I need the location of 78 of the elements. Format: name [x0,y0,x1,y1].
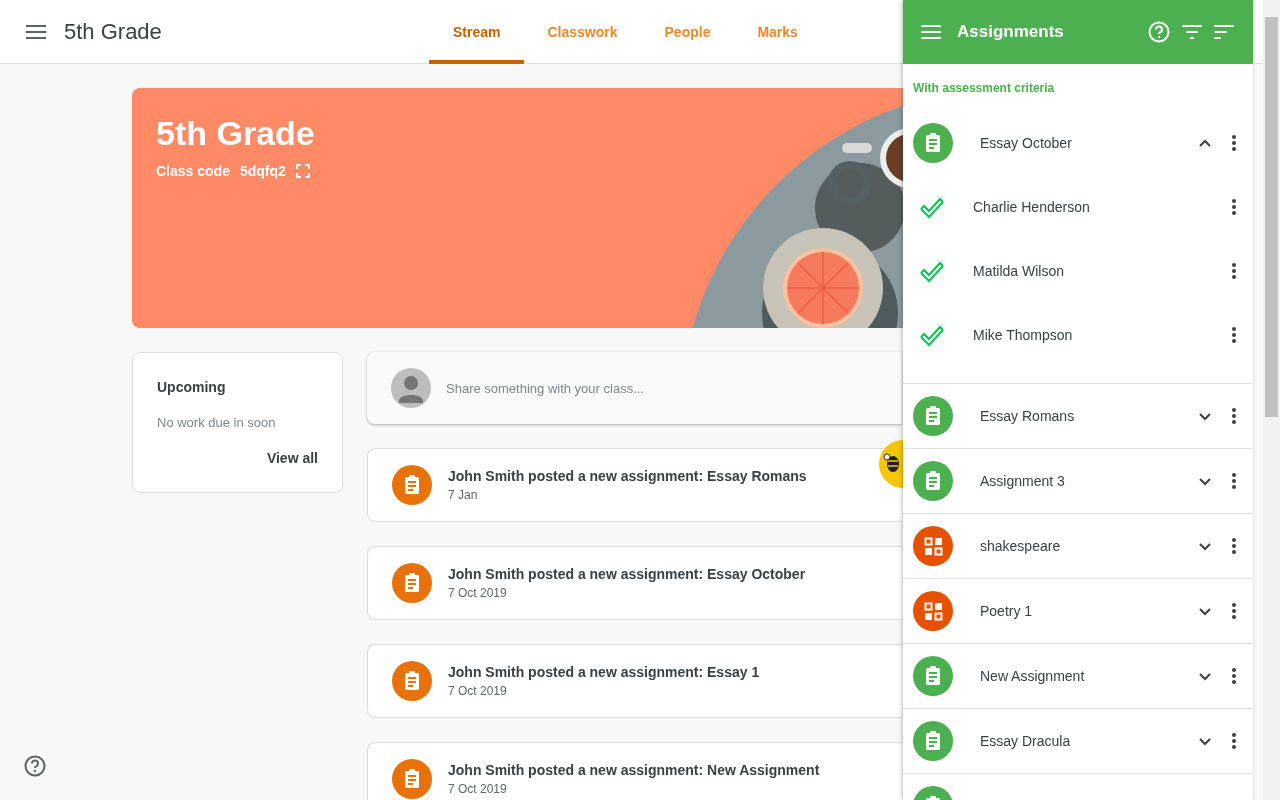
assignment-title: New Assignment [980,668,1086,684]
assignment-icon [913,123,953,163]
post-title: John Smith posted a new assignment: Essay October [448,566,806,582]
post-card[interactable]: John Smith posted a new assignment: New Assignment 7 Oct 2019 [367,742,902,800]
student-row[interactable]: Charlie Henderson [903,175,1253,239]
assignment-title: shakespeare [980,538,1062,554]
section-heading: With assessment criteria [912,80,1056,97]
share-field[interactable]: Share something with your class... [446,380,746,396]
post-card[interactable]: John Smith posted a new assignment: Essay Romans 7 Jan [367,448,902,522]
chevron-down-icon[interactable] [1199,736,1211,746]
assignment-title: Poetry 1 [980,603,1034,619]
banner-title: 5th Grade [156,114,315,153]
assignment-title: Essay Romans [980,408,1076,424]
more-icon[interactable] [1231,326,1237,344]
menu-icon[interactable] [26,24,46,39]
assignment-icon [392,465,432,505]
assignment-title: Essay Dracula [980,733,1072,749]
help-icon[interactable] [24,755,46,777]
assignment-icon [913,656,953,696]
upcoming-message: No work due in soon [157,415,277,430]
student-row[interactable]: Matilda Wilson [903,239,1253,303]
class-title: 5th Grade [64,18,162,45]
more-icon[interactable] [1231,134,1237,152]
student-name: Mike Thompson [973,327,1074,343]
more-icon[interactable] [1231,602,1237,620]
chevron-down-icon[interactable] [1199,606,1211,616]
post-card[interactable]: John Smith posted a new assignment: Essay 1 7 Oct 2019 [367,644,902,718]
chevron-down-icon[interactable] [1199,476,1211,486]
assignment-row[interactable]: Essay Dracula [903,709,1253,773]
post-title: John Smith posted a new assignment: New Assignment [448,762,820,778]
assignment-row[interactable]: Essay Romans [903,384,1253,448]
more-icon[interactable] [1231,407,1237,425]
grid-icon [913,591,953,631]
chevron-down-icon[interactable] [1199,411,1211,421]
class-code-label: Class code [156,163,230,179]
more-icon[interactable] [1231,472,1237,490]
more-icon[interactable] [1231,262,1237,280]
assignment-icon [392,563,432,603]
filter-icon[interactable] [1182,25,1202,39]
assignment-title: Assignment 3 [980,473,1066,489]
more-icon[interactable] [1231,732,1237,750]
post-card[interactable]: John Smith posted a new assignment: Essay October 7 Oct 2019 [367,546,902,620]
tab[interactable]: Stream [429,0,525,64]
student-row[interactable]: Mike Thompson [903,303,1253,367]
assignment-title: Essay October [980,135,1073,151]
assignment-icon [913,396,953,436]
avatar-icon [391,368,431,408]
sort-icon[interactable] [1214,25,1234,39]
chevron-down-icon[interactable] [1199,541,1211,551]
assignment-icon [913,721,953,761]
student-name: Matilda Wilson [973,263,1066,279]
student-name: Charlie Henderson [973,199,1091,215]
assignment-row[interactable]: Essay October [903,111,1253,175]
post-date: 7 Jan [448,488,479,502]
assignment-row[interactable]: shakespeare [903,514,1253,578]
scrollbar[interactable] [1263,0,1280,800]
post-title: John Smith posted a new assignment: Essay 1 [448,664,760,680]
post-title: John Smith posted a new assignment: Essay Romans [448,468,807,484]
grid-icon [913,526,953,566]
assignment-row[interactable]: Poetry 1 [903,579,1253,643]
assignment-icon [913,461,953,501]
post-date: 7 Oct 2019 [448,782,508,796]
view-all-link[interactable]: View all [266,450,318,466]
assignment-row[interactable]: Assignment 3 [903,449,1253,513]
assignment-icon [392,759,432,799]
post-date: 7 Oct 2019 [448,586,508,600]
class-code: 5dqfq2 [239,163,286,179]
assignment-row[interactable]: New Assignment [903,644,1253,708]
upcoming-title: Upcoming [157,379,227,395]
post-date: 7 Oct 2019 [448,684,508,698]
more-icon[interactable] [1231,537,1237,555]
menu-icon[interactable] [921,25,941,39]
chevron-down-icon[interactable] [1199,671,1211,681]
panel-title: Assignments [957,22,1065,42]
chevron-up-icon[interactable] [1199,138,1211,148]
more-icon[interactable] [1231,667,1237,685]
more-icon[interactable] [1231,198,1237,216]
assignment-icon [392,661,432,701]
